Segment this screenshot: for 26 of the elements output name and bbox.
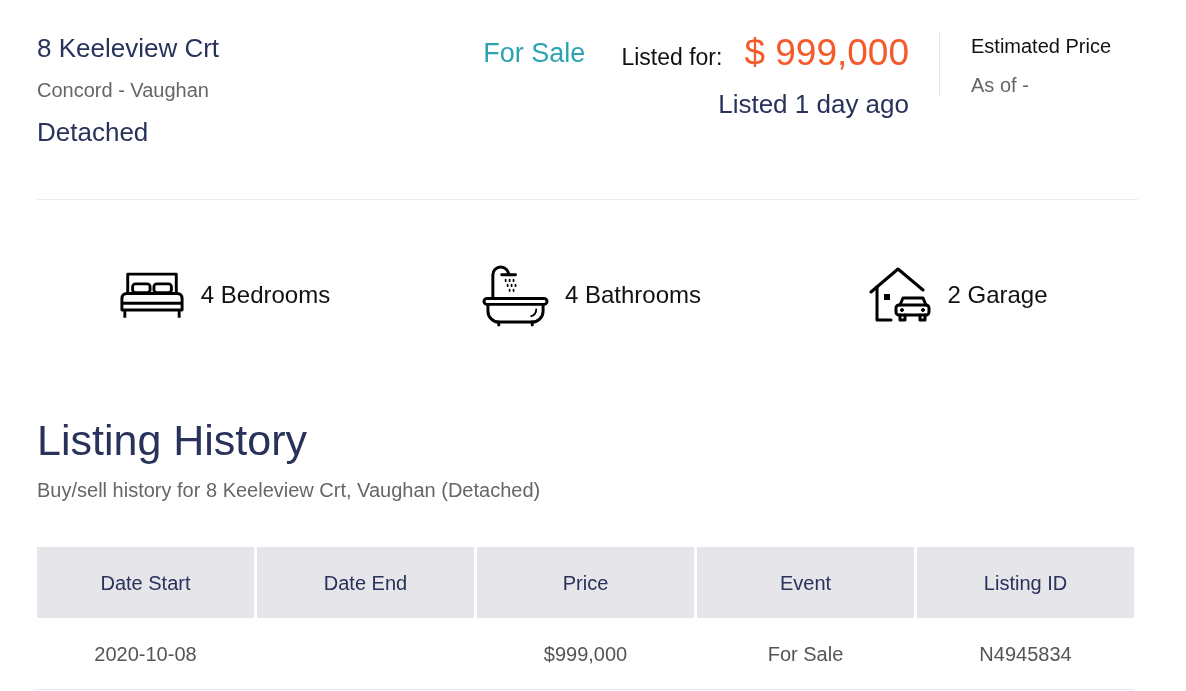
table-header-cell: Date Start [37,547,254,618]
price-label: Listed for: [621,43,723,72]
area-text: Concord - Vaughan [37,78,209,103]
table-header-cell: Price [477,547,694,618]
table-cell-text: For Sale [767,641,844,667]
table-header-cell: Date End [257,547,474,618]
bed-icon [118,270,185,320]
table-header-cell: Listing ID [917,547,1134,618]
bathtub-icon [481,263,549,327]
estimate-date: As of - [971,73,1029,98]
feature-label: 4 Bathrooms [564,280,702,310]
listed-time: Listed 1 day ago [718,88,909,121]
table-cell-text: N4945834 [979,641,1072,667]
feature-label: 4 Bedrooms [200,280,331,310]
house-car-icon [869,267,932,323]
estimate-title: Estimated Price [971,34,1112,59]
property-type: Detached [37,116,149,149]
table-header-cell: Event [697,547,914,618]
section-title: Listing History [37,415,308,466]
status-text: For Sale [483,37,586,70]
price-text: $ 999,000 [744,31,909,75]
section-subtitle: Buy/sell history for 8 Keeleview Crt, Vaughan (Detached) [37,478,541,503]
feature-label: 2 Garage [947,280,1048,310]
table-cell-text: $999,000 [543,641,628,667]
table-cell-text: 2020-10-08 [94,641,197,667]
address-title: 8 Keeleview Crt [37,32,220,65]
